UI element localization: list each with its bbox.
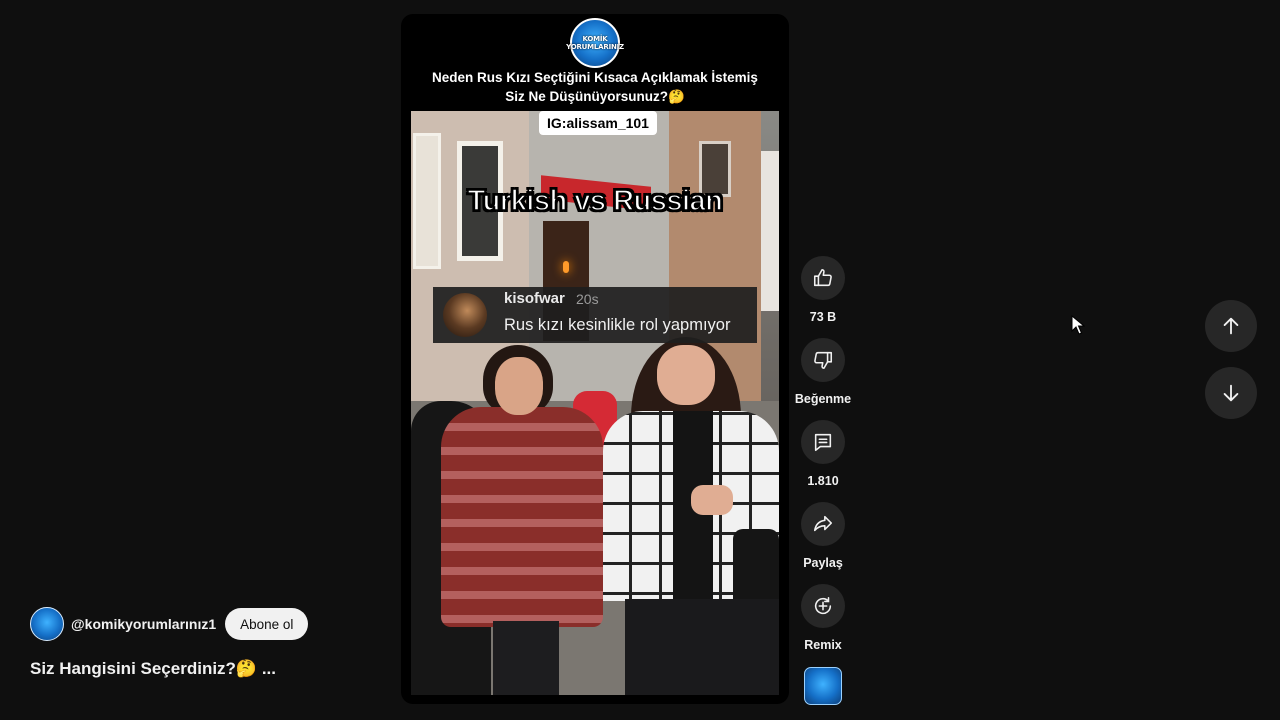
shorts-page: KOMİK YORUMLARINIZ Neden Rus Kızı Seçtiğ… <box>0 0 1280 720</box>
remix-action: Remix <box>799 584 847 652</box>
channel-avatar[interactable] <box>30 607 64 641</box>
remix-label: Remix <box>804 638 842 652</box>
dislike-label: Beğenme <box>794 392 852 406</box>
dislike-button[interactable] <box>801 338 845 382</box>
channel-handle[interactable]: @komikyorumlarınız1 <box>71 616 216 632</box>
comments-action: 1.810 <box>799 420 847 488</box>
person-left-legs <box>493 621 559 695</box>
thumb-down-icon <box>814 351 833 370</box>
like-button[interactable] <box>801 256 845 300</box>
person-right-bag <box>733 529 779 609</box>
share-label: Paylaş <box>803 556 843 570</box>
person-left-face <box>495 357 543 415</box>
arrow-up-icon <box>1223 317 1239 335</box>
video-frame: IG:alissam_101 Turkish vs Russian kisofw… <box>411 111 779 695</box>
video-caption-line2: Siz Ne Düşünüyorsunuz?🤔 <box>505 89 685 104</box>
video-player[interactable]: KOMİK YORUMLARINIZ Neden Rus Kızı Seçtiğ… <box>401 14 789 704</box>
mouse-cursor-icon <box>1071 315 1085 335</box>
channel-logo-watermark: KOMİK YORUMLARINIZ <box>566 18 624 68</box>
logo-text: KOMİK YORUMLARINIZ <box>566 35 624 51</box>
person-right-legs <box>625 599 779 695</box>
comment-count: 1.810 <box>807 474 839 488</box>
building-far <box>761 151 779 311</box>
share-action: Paylaş <box>799 502 847 570</box>
person-right-hand <box>691 485 733 515</box>
short-title[interactable]: Siz Hangisini Seçerdiniz?🤔 ... <box>30 659 276 679</box>
person-left-sweater <box>441 407 603 627</box>
channel-thumbnail[interactable] <box>804 667 842 705</box>
thumb-up-icon <box>813 268 832 287</box>
remix-icon <box>814 596 832 615</box>
like-count: 73 B <box>809 310 837 324</box>
remix-button[interactable] <box>801 584 845 628</box>
comment-username: kisofwar <box>504 290 565 307</box>
comment-icon <box>814 433 832 452</box>
video-caption-line1: Neden Rus Kızı Seçtiğini Kısaca Açıklama… <box>432 70 758 85</box>
like-action: 73 B <box>799 256 847 324</box>
previous-video-button[interactable] <box>1205 300 1257 352</box>
comment-time: 20s <box>576 291 599 307</box>
arrow-down-icon <box>1223 384 1239 402</box>
share-button[interactable] <box>801 502 845 546</box>
share-icon <box>813 515 833 532</box>
ig-tag: IG:alissam_101 <box>539 111 657 135</box>
comment-avatar <box>443 293 487 337</box>
comment-text: Rus kızı kesinlikle rol yapmıyor <box>504 316 731 334</box>
subscribe-button[interactable]: Abone ol <box>225 608 309 640</box>
overlay-title: Turkish vs Russian <box>467 184 724 218</box>
person-right-face <box>657 345 715 405</box>
dislike-action: Beğenme <box>795 338 851 406</box>
channel-row: @komikyorumlarınız1 Abone ol <box>30 607 309 641</box>
comments-button[interactable] <box>801 420 845 464</box>
next-video-button[interactable] <box>1205 367 1257 419</box>
comment-overlay: kisofwar 20s Rus kızı kesinlikle rol yap… <box>433 287 757 343</box>
video-caption: Neden Rus Kızı Seçtiğini Kısaca Açıklama… <box>401 68 789 106</box>
